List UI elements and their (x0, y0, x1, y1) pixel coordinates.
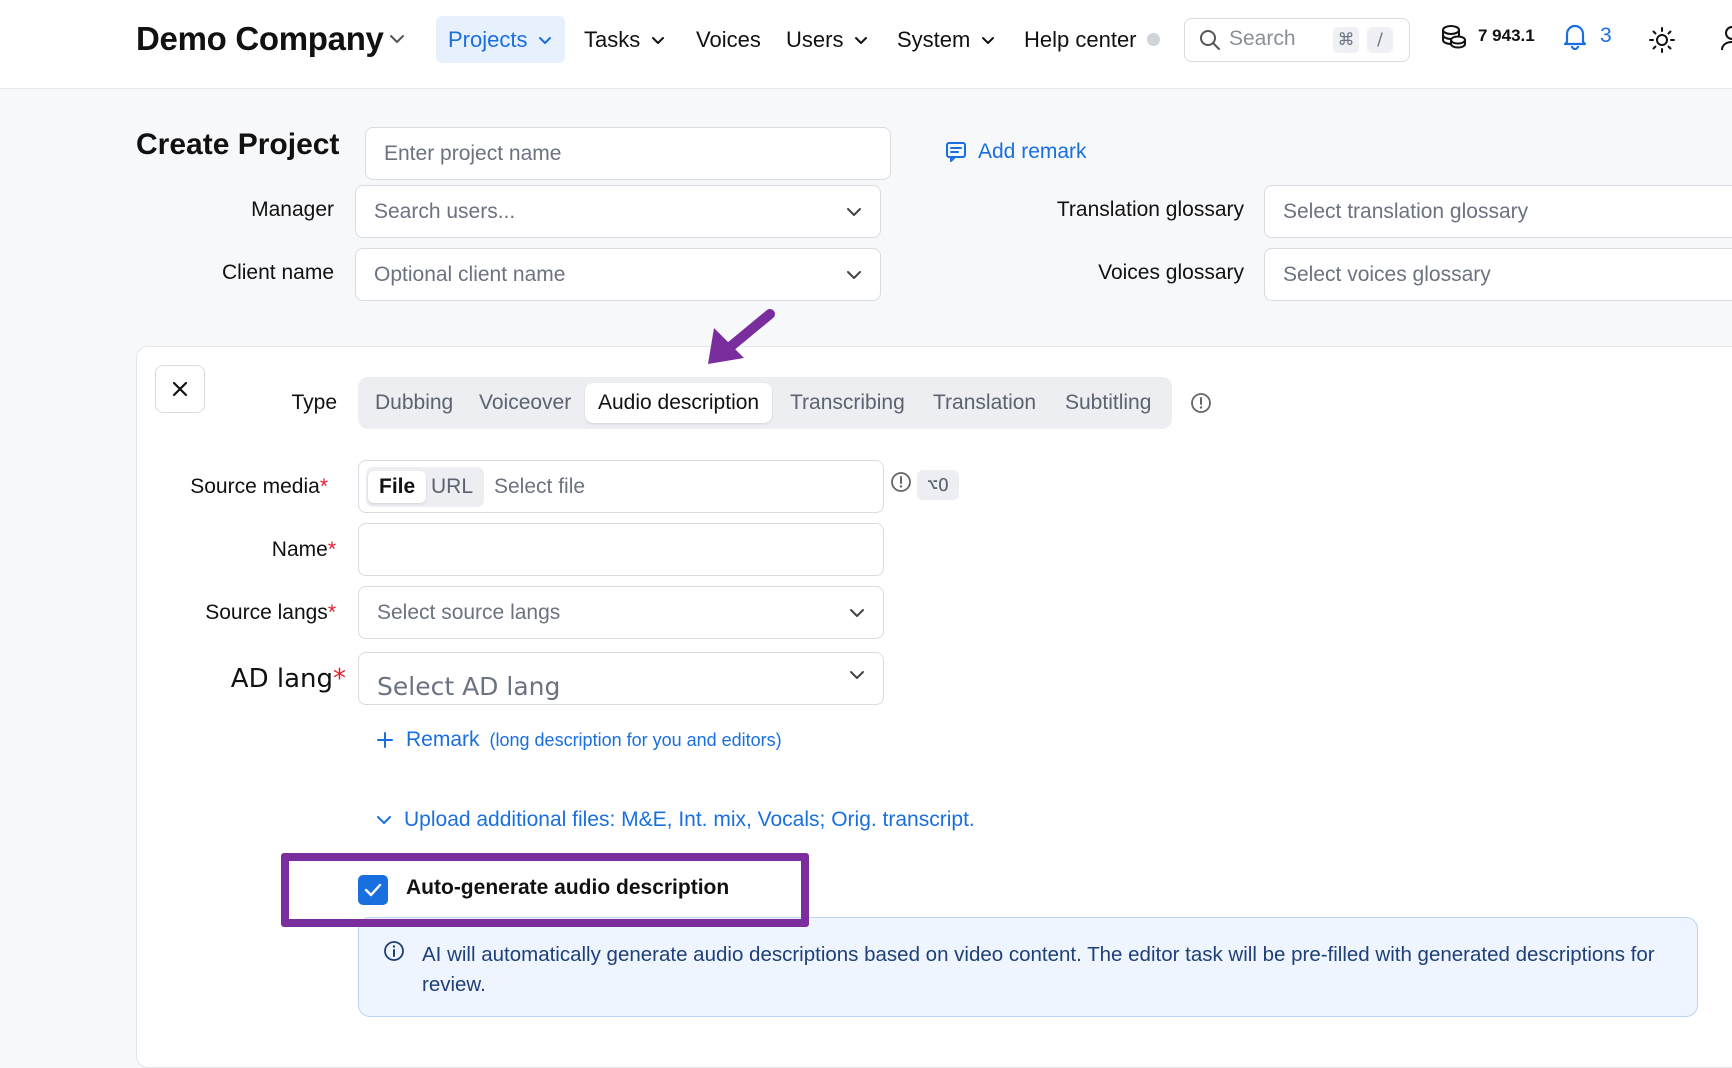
remark-hint: (long description for you and editors) (489, 729, 782, 750)
nav-users-label: Users (786, 26, 844, 52)
search-icon (1199, 29, 1221, 51)
top-navigation-bar: Demo Company Projects Tasks Voices Users… (0, 0, 1732, 89)
search-input[interactable] (1229, 25, 1329, 53)
nav-tasks[interactable]: Tasks (584, 16, 666, 63)
source-langs-select[interactable] (358, 586, 884, 639)
info-icon (383, 940, 405, 962)
page-title: Create Project (136, 128, 340, 161)
chevron-down-icon (846, 269, 862, 281)
translation-glossary-select[interactable] (1264, 185, 1732, 238)
chevron-down-icon (849, 607, 865, 619)
client-name-select[interactable] (355, 248, 881, 301)
chevron-down-icon[interactable] (388, 30, 406, 48)
type-label: Type (291, 391, 337, 414)
type-option-dubbing[interactable]: Dubbing (375, 383, 453, 423)
ad-lang-input[interactable] (377, 661, 797, 712)
shortcut-badge: ⌥O (917, 470, 959, 500)
user-icon[interactable] (1718, 24, 1732, 54)
remove-task-button[interactable] (155, 365, 205, 413)
source-langs-input[interactable] (377, 587, 797, 638)
name-input[interactable] (377, 524, 797, 575)
name-label: Name* (271, 538, 336, 561)
chevron-down-icon (376, 814, 392, 826)
manager-select[interactable] (355, 185, 881, 238)
source-mode-file[interactable]: File (368, 471, 427, 503)
auto-generate-info-text: AI will automatically generate audio des… (422, 943, 1655, 996)
nav-users[interactable]: Users (786, 16, 869, 63)
select-file-placeholder[interactable]: Select file (494, 475, 585, 499)
remark-label: Remark (406, 728, 480, 751)
status-dot (1146, 33, 1160, 46)
notifications[interactable]: 3 (1562, 22, 1612, 50)
source-mode-selector: File URL (366, 467, 484, 507)
ad-lang-label: AD lang* (230, 664, 346, 694)
manager-input[interactable] (374, 186, 794, 237)
chevron-down-icon (980, 32, 996, 48)
client-name-input[interactable] (374, 249, 794, 300)
chevron-down-icon (849, 669, 865, 681)
plus-icon (376, 731, 394, 749)
upload-additional-files-label: Upload additional files: M&E, Int. mix, … (404, 808, 975, 831)
type-option-translation[interactable]: Translation (933, 383, 1036, 423)
voices-glossary-select[interactable] (1264, 248, 1732, 301)
client-name-label: Client name (221, 261, 334, 284)
chevron-down-icon (853, 32, 869, 48)
notifications-count: 3 (1600, 24, 1612, 47)
sun-icon[interactable] (1648, 26, 1676, 54)
project-name-input[interactable] (384, 128, 804, 179)
add-remark-button[interactable]: Remark (long description for you and edi… (376, 728, 782, 752)
credits-balance[interactable]: 7 943.1 (1440, 22, 1535, 50)
voices-glossary-label: Voices glossary (1098, 261, 1244, 284)
shortcut-key-slash: / (1367, 27, 1393, 53)
bell-icon (1562, 22, 1588, 50)
add-remark-link[interactable]: Add remark (944, 140, 1087, 164)
nav-projects-label: Projects (448, 26, 528, 52)
nav-system-label: System (897, 26, 971, 52)
source-media-label: Source media* (190, 475, 328, 498)
nav-voices[interactable]: Voices (696, 16, 761, 63)
info-icon[interactable] (1190, 392, 1212, 414)
translation-glossary-input[interactable] (1283, 186, 1698, 237)
add-remark-label: Add remark (978, 140, 1087, 163)
info-icon[interactable] (890, 471, 912, 493)
type-option-voiceover[interactable]: Voiceover (479, 383, 571, 423)
name-field[interactable] (358, 523, 884, 576)
close-icon (171, 380, 189, 398)
global-search[interactable]: ⌘ / (1184, 18, 1410, 62)
nav-voices-label: Voices (696, 26, 761, 52)
chevron-down-icon (650, 32, 666, 48)
credits-value: 7 943.1 (1478, 26, 1535, 45)
nav-projects[interactable]: Projects (436, 16, 566, 63)
type-option-subtitling[interactable]: Subtitling (1065, 383, 1151, 423)
chevron-down-icon (846, 206, 862, 218)
chevron-down-icon (537, 32, 553, 48)
annotation-highlight-box (281, 853, 809, 927)
auto-generate-info-box: AI will automatically generate audio des… (358, 917, 1698, 1017)
nav-help-center[interactable]: Help center (1024, 16, 1160, 63)
nav-tasks-label: Tasks (584, 26, 641, 52)
comment-icon (944, 140, 968, 164)
coins-icon (1440, 22, 1468, 50)
task-type-selector: Dubbing Voiceover Audio description Tran… (358, 377, 1172, 429)
nav-help-center-label: Help center (1024, 26, 1137, 52)
type-option-audio-description[interactable]: Audio description (585, 383, 773, 423)
upload-additional-files-toggle[interactable]: Upload additional files: M&E, Int. mix, … (376, 808, 975, 832)
manager-label: Manager (251, 198, 334, 221)
type-option-transcribing[interactable]: Transcribing (790, 383, 905, 423)
company-name[interactable]: Demo Company (136, 18, 384, 60)
translation-glossary-label: Translation glossary (1056, 198, 1244, 221)
source-mode-url[interactable]: URL (431, 471, 473, 503)
voices-glossary-input[interactable] (1283, 249, 1698, 300)
source-langs-label: Source langs* (205, 601, 336, 624)
shortcut-key-cmd: ⌘ (1333, 27, 1359, 53)
ad-lang-select[interactable] (358, 652, 884, 712)
nav-system[interactable]: System (897, 16, 996, 63)
annotation-arrow-icon (704, 306, 784, 368)
project-name-field[interactable] (365, 127, 891, 180)
